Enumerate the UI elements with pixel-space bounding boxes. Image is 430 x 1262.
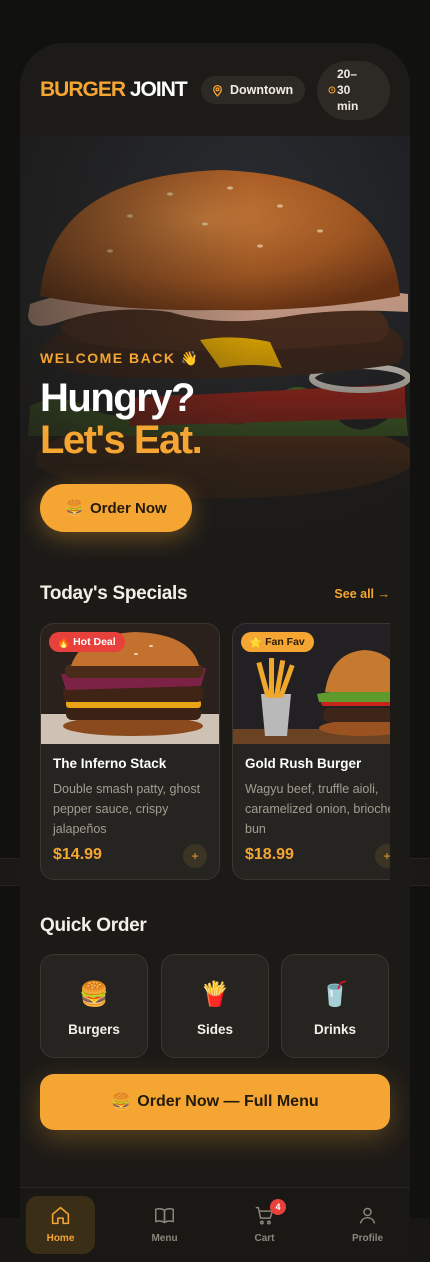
order-now-label: Order Now <box>90 499 167 517</box>
item-price: $18.99 <box>245 846 294 863</box>
badge-label: Hot Deal <box>73 636 116 648</box>
hero-welcome: WELCOME BACK 👋 <box>40 350 200 367</box>
quick-order-burgers[interactable]: 🍔 Burgers <box>40 954 148 1058</box>
location-label: Downtown <box>230 83 294 97</box>
item-price: $14.99 <box>53 846 102 863</box>
bottom-nav: Home Menu 4 Cart Profile <box>20 1187 410 1262</box>
quick-order-grid: 🍔 Burgers 🍟 Sides 🥤 Drinks <box>40 954 390 1058</box>
fire-icon: 🔥 <box>57 636 71 649</box>
full-menu-label: Order Now — Full Menu <box>137 1093 319 1110</box>
star-icon: ⭐ <box>249 636 263 649</box>
burger-icon: 🍔 <box>65 500 84 517</box>
map-pin-icon <box>213 84 222 97</box>
clock-icon <box>328 86 336 94</box>
specials-carousel[interactable]: 🔥 Hot Deal The Inferno Stack Double smas… <box>40 623 390 881</box>
hero-banner: WELCOME BACK 👋 Hungry? Let's Eat. 🍔 Orde… <box>20 136 410 578</box>
delivery-time-badge[interactable]: 20–30 min <box>317 61 390 120</box>
burger-icon: 🍔 <box>111 1094 132 1111</box>
location-selector[interactable]: Downtown <box>201 76 306 104</box>
brand-logo[interactable]: BURGER JOINT <box>40 78 188 102</box>
cart-count-badge: 4 <box>270 1199 286 1215</box>
delivery-time-label: 20–30 min <box>337 67 359 113</box>
item-name: Gold Rush Burger <box>245 756 362 771</box>
book-icon <box>155 1208 174 1224</box>
nav-label: Home <box>46 1233 75 1244</box>
specials-title: Today's Specials <box>40 583 188 604</box>
special-card[interactable]: 🔥 Hot Deal The Inferno Stack Double smas… <box>40 623 220 880</box>
item-description: Wagyu beef, truffle aioli, caramelized o… <box>245 782 390 836</box>
app-screen: BURGER JOINT Downtown 20–30 min WELCOME … <box>20 43 410 1262</box>
quick-order-drinks[interactable]: 🥤 Drinks <box>281 954 389 1058</box>
add-to-cart-button[interactable]: + <box>183 844 207 868</box>
burger-icon: 🍔 <box>79 981 109 1008</box>
user-icon <box>359 1207 376 1224</box>
quick-order-label: Burgers <box>68 1022 120 1037</box>
brand-part1: BURGER <box>40 78 126 101</box>
hero-headline-2: Let's Eat. <box>40 418 203 462</box>
order-now-button[interactable]: 🍔 Order Now <box>40 484 192 532</box>
nav-label: Menu <box>151 1233 178 1244</box>
item-name: The Inferno Stack <box>53 756 167 771</box>
special-card[interactable]: ⭐ Fan Fav Gold Rush Burger Wagyu beef, t… <box>232 623 390 880</box>
hero-headline-1: Hungry? <box>40 376 195 420</box>
fries-icon: 🍟 <box>200 981 230 1008</box>
badge-label: Fan Fav <box>265 636 305 648</box>
fan-fav-badge: ⭐ Fan Fav <box>241 632 314 652</box>
add-to-cart-button[interactable]: + <box>375 844 390 868</box>
order-full-menu-button[interactable]: 🍔 Order Now — Full Menu <box>40 1074 390 1130</box>
nav-label: Cart <box>254 1233 275 1244</box>
welcome-text: WELCOME BACK 👋 <box>40 350 200 366</box>
nav-home[interactable]: Home <box>26 1196 95 1254</box>
see-all-link[interactable]: See all → <box>334 587 390 601</box>
quick-order-label: Sides <box>196 1022 234 1037</box>
home-icon <box>51 1206 70 1225</box>
quick-order-sides[interactable]: 🍟 Sides <box>161 954 269 1058</box>
quick-order-label: Drinks <box>313 1022 357 1037</box>
drink-icon: 🥤 <box>320 981 350 1008</box>
app-header: BURGER JOINT Downtown 20–30 min <box>20 43 410 136</box>
quick-order-title: Quick Order <box>40 915 147 936</box>
nav-cart[interactable]: 4 Cart <box>230 1196 299 1254</box>
nav-label: Profile <box>351 1233 384 1244</box>
nav-menu[interactable]: Menu <box>130 1196 199 1254</box>
nav-profile[interactable]: Profile <box>333 1196 402 1254</box>
brand-part2: JOINT <box>129 78 188 101</box>
hot-deal-badge: 🔥 Hot Deal <box>49 632 125 652</box>
item-description: Double smash patty, ghost pepper sauce, … <box>53 782 201 836</box>
